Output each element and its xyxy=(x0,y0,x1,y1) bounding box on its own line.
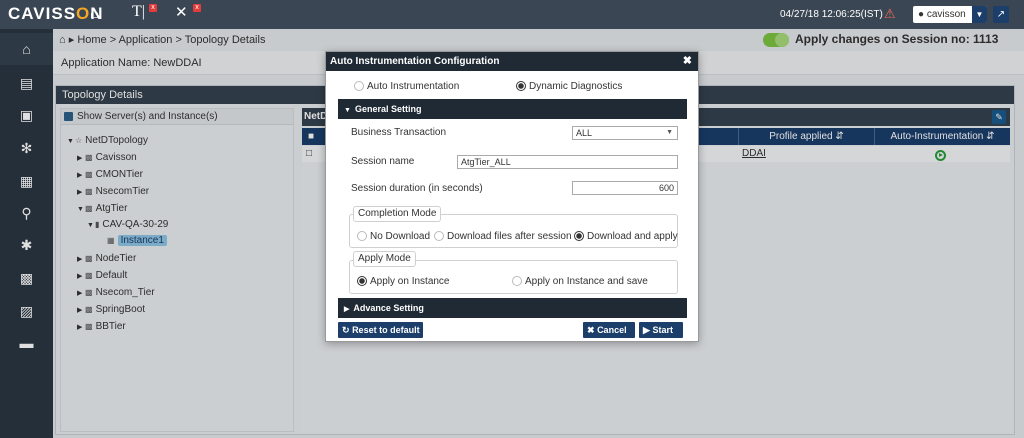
dialog-title-text: Auto Instrumentation Configuration xyxy=(330,56,500,67)
expand-icon[interactable]: ↗ xyxy=(993,6,1009,23)
chevron-down-icon: ▼ xyxy=(344,107,351,114)
business-transaction-value: ALL xyxy=(576,128,593,138)
button-label: Cancel xyxy=(597,325,627,335)
text-tool-icon[interactable]: T| xyxy=(132,3,145,21)
completion-mode-legend: Completion Mode xyxy=(353,206,442,222)
session-datetime: 04/27/18 12:06:25(IST) xyxy=(780,9,883,20)
radio-download-and-apply[interactable]: Download and apply xyxy=(574,231,678,242)
apply-mode-legend: Apply Mode xyxy=(353,251,416,267)
session-name-input[interactable]: AtgTier_ALL xyxy=(457,155,678,169)
alert-icon[interactable]: ⚠ xyxy=(884,6,896,22)
session-duration-label: Session duration (in seconds) xyxy=(351,183,483,194)
dialog-title: Auto Instrumentation Configuration ✖ xyxy=(326,52,698,71)
button-label: Reset to default xyxy=(352,325,420,335)
section-title: General Setting xyxy=(354,104,422,114)
radio-download-after-session[interactable]: Download files after session xyxy=(434,231,572,242)
advance-setting-section[interactable]: ▶ Advance Setting xyxy=(338,298,687,318)
refresh-icon: ↻ xyxy=(342,325,350,335)
tools-icon[interactable]: ✕ xyxy=(175,3,188,21)
radio-apply-on-instance[interactable]: Apply on Instance xyxy=(357,276,450,287)
radio-dynamic-diagnostics[interactable]: Dynamic Diagnostics xyxy=(516,81,622,92)
session-name-label: Session name xyxy=(351,156,415,167)
chevron-down-icon: ▼ xyxy=(666,129,673,136)
radio-no-download[interactable]: No Download xyxy=(357,231,430,242)
session-duration-input[interactable]: 600 xyxy=(572,181,678,195)
radio-auto-instrumentation[interactable]: Auto Instrumentation xyxy=(354,81,459,92)
cancel-button[interactable]: ✖ Cancel xyxy=(583,322,635,338)
section-title: Advance Setting xyxy=(353,303,424,313)
home-icon[interactable]: ⌂ xyxy=(90,5,99,22)
chevron-right-icon: ▶ xyxy=(344,306,350,313)
user-menu-button[interactable]: ● cavisson ▼ xyxy=(913,6,987,23)
user-icon: ● xyxy=(918,9,925,20)
close-tab-icon[interactable]: x xyxy=(193,4,201,12)
reset-to-default-button[interactable]: ↻ Reset to default xyxy=(338,322,423,338)
chevron-down-icon: ▼ xyxy=(972,6,987,23)
business-transaction-select[interactable]: ALL ▼ xyxy=(572,126,678,140)
play-icon: ▶ xyxy=(643,325,650,335)
close-icon[interactable]: ✖ xyxy=(683,52,692,71)
close-icon: ✖ xyxy=(587,325,595,335)
logo-text-accent: O xyxy=(76,4,91,23)
radio-apply-on-instance-and-save[interactable]: Apply on Instance and save xyxy=(512,276,648,287)
auto-instrumentation-dialog: Auto Instrumentation Configuration ✖ Aut… xyxy=(325,51,699,342)
start-button[interactable]: ▶ Start xyxy=(639,322,683,338)
close-tab-icon[interactable]: x xyxy=(149,4,157,12)
general-setting-section[interactable]: ▼ General Setting xyxy=(338,99,687,119)
button-label: Start xyxy=(652,325,673,335)
logo-text-left: CAVISS xyxy=(8,4,77,23)
user-name: cavisson xyxy=(926,9,966,20)
business-transaction-label: Business Transaction xyxy=(351,127,447,138)
top-bar: CAVISSON ⌂ T| x ✕ x 04/27/18 12:06:25(IS… xyxy=(0,0,1024,29)
